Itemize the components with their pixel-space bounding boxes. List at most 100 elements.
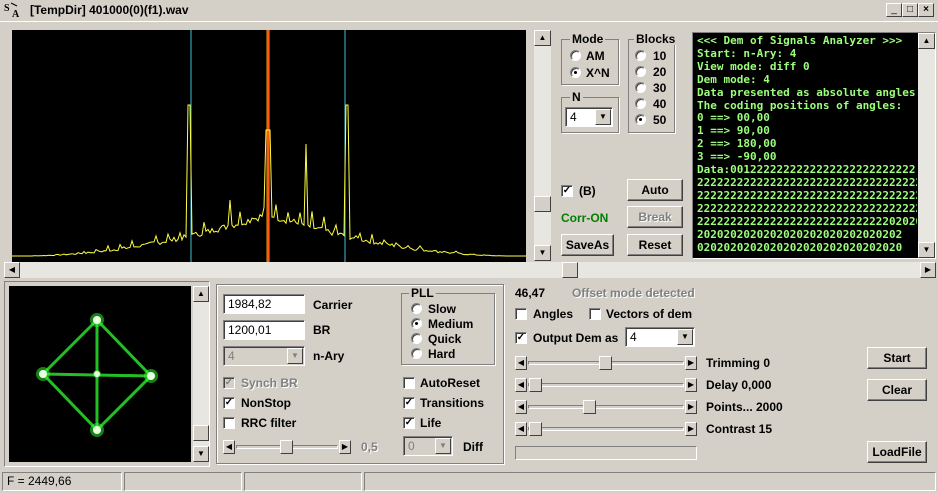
scroll-down-arrow[interactable]: ▼ bbox=[534, 245, 551, 261]
chevron-down-icon[interactable]: ▼ bbox=[677, 329, 693, 345]
constellation-plot bbox=[36, 313, 158, 437]
slider-thumb[interactable] bbox=[529, 378, 542, 392]
angles-checkbox[interactable] bbox=[515, 308, 527, 320]
pll-radio[interactable] bbox=[411, 348, 422, 359]
hscroll-thumb[interactable] bbox=[562, 262, 578, 278]
constellation-display[interactable] bbox=[9, 286, 191, 462]
output-dem-checkbox[interactable]: ✓ bbox=[515, 332, 527, 344]
status-cell-3 bbox=[244, 472, 362, 491]
spectrum-hscroll[interactable]: ◀ ▶ bbox=[4, 262, 936, 278]
mode-legend: Mode bbox=[570, 32, 606, 46]
contrast-slider[interactable]: ◀ ▶ bbox=[515, 422, 697, 436]
reset-button[interactable]: Reset bbox=[627, 234, 683, 256]
slider-thumb[interactable] bbox=[280, 440, 293, 454]
delay-slider[interactable]: ◀ ▶ bbox=[515, 378, 697, 392]
pll-option-label: Medium bbox=[428, 317, 474, 331]
constel-scroll-up[interactable]: ▲ bbox=[193, 286, 209, 302]
pll-radio[interactable] bbox=[411, 318, 422, 329]
svg-text:A: A bbox=[12, 9, 20, 19]
status-frequency: F = 2449,66 bbox=[2, 472, 122, 491]
blocks-option-label: 20 bbox=[653, 65, 667, 79]
loadfile-button[interactable]: LoadFile bbox=[867, 441, 927, 463]
carrier-input[interactable]: 1984,82 bbox=[223, 294, 305, 314]
trimming-label: Trimming 0 bbox=[706, 356, 771, 370]
console-text: <<< Dem of Signals Analyzer >>> Start: n… bbox=[693, 33, 917, 258]
slider-right-arrow[interactable]: ▶ bbox=[685, 378, 697, 392]
maximize-button[interactable]: □ bbox=[902, 3, 918, 17]
saveas-button[interactable]: SaveAs bbox=[561, 234, 614, 256]
console-scroll-down[interactable]: ▼ bbox=[918, 242, 935, 258]
br-label: BR bbox=[313, 323, 331, 337]
slider-left-arrow[interactable]: ◀ bbox=[223, 440, 235, 454]
slider-left-arrow[interactable]: ◀ bbox=[515, 356, 527, 370]
scroll-up-arrow[interactable]: ▲ bbox=[534, 30, 551, 46]
n-select[interactable]: 4 ▼ bbox=[565, 107, 613, 127]
chevron-down-icon[interactable]: ▼ bbox=[595, 109, 611, 125]
constel-scroll-down[interactable]: ▼ bbox=[193, 446, 209, 462]
mode-am-radio[interactable] bbox=[570, 50, 581, 61]
constellation-vscroll[interactable]: ▲ ▼ bbox=[193, 286, 209, 462]
break-button[interactable]: Break bbox=[627, 206, 683, 228]
window-title: [TempDir] 401000(0)(f1).wav bbox=[30, 3, 189, 17]
pll-radio[interactable] bbox=[411, 333, 422, 344]
chevron-down-icon[interactable]: ▼ bbox=[435, 438, 451, 454]
autoreset-checkbox[interactable] bbox=[403, 377, 415, 389]
slider-right-arrow[interactable]: ▶ bbox=[685, 422, 697, 436]
scroll-right-arrow[interactable]: ▶ bbox=[920, 262, 936, 278]
n-legend: N bbox=[570, 90, 583, 104]
auto-button[interactable]: Auto bbox=[627, 179, 683, 201]
points-label: Points... 2000 bbox=[706, 400, 783, 414]
console-scroll-up[interactable]: ▲ bbox=[918, 33, 935, 49]
delay-label: Delay 0,000 bbox=[706, 378, 772, 392]
pll-radio[interactable] bbox=[411, 303, 422, 314]
slider-right-arrow[interactable]: ▶ bbox=[685, 400, 697, 414]
life-checkbox[interactable]: ✓ bbox=[403, 417, 415, 429]
mode-xn-radio[interactable] bbox=[570, 67, 581, 78]
angles-label: Angles bbox=[533, 307, 574, 321]
progress-bar bbox=[515, 446, 697, 460]
slider-thumb[interactable] bbox=[583, 400, 596, 414]
blocks-radio[interactable] bbox=[635, 50, 646, 61]
console-vscroll[interactable]: ▲ ▼ bbox=[918, 33, 935, 258]
transitions-checkbox[interactable]: ✓ bbox=[403, 397, 415, 409]
slider-right-arrow[interactable]: ▶ bbox=[685, 356, 697, 370]
slider-track bbox=[528, 405, 684, 409]
nary-label: n-Ary bbox=[313, 349, 345, 363]
blocks-radio[interactable] bbox=[635, 114, 646, 125]
title-bar: SA [TempDir] 401000(0)(f1).wav _ □ × bbox=[0, 0, 938, 22]
scroll-thumb[interactable] bbox=[534, 196, 551, 212]
start-button[interactable]: Start bbox=[867, 347, 927, 369]
mode-am-label: AM bbox=[586, 49, 605, 63]
minimize-button[interactable]: _ bbox=[886, 3, 902, 17]
slider-thumb[interactable] bbox=[599, 356, 612, 370]
points-slider[interactable]: ◀ ▶ bbox=[515, 400, 697, 414]
constel-scroll-thumb[interactable] bbox=[193, 425, 209, 441]
close-button[interactable]: × bbox=[918, 3, 934, 17]
output-dem-select[interactable]: 4 ▼ bbox=[625, 327, 695, 347]
blocks-radio[interactable] bbox=[635, 82, 646, 93]
corr-status: Corr-ON bbox=[561, 211, 609, 225]
vectors-checkbox[interactable] bbox=[589, 308, 601, 320]
blocks-option-label: 50 bbox=[653, 113, 667, 127]
slider-right-arrow[interactable]: ▶ bbox=[339, 440, 351, 454]
spectrum-display[interactable] bbox=[12, 30, 526, 262]
blocks-radio[interactable] bbox=[635, 66, 646, 77]
rolloff-slider[interactable]: ◀ ▶ bbox=[223, 440, 351, 454]
rrc-checkbox[interactable] bbox=[223, 417, 235, 429]
synch-br-checkbox[interactable]: ✓ bbox=[223, 377, 235, 389]
slider-left-arrow[interactable]: ◀ bbox=[515, 400, 527, 414]
b-checkbox[interactable]: ✓ bbox=[561, 185, 573, 197]
nonstop-checkbox[interactable]: ✓ bbox=[223, 397, 235, 409]
clear-button[interactable]: Clear bbox=[867, 379, 927, 401]
blocks-radio[interactable] bbox=[635, 98, 646, 109]
trimming-slider[interactable]: ◀ ▶ bbox=[515, 356, 697, 370]
chevron-down-icon[interactable]: ▼ bbox=[287, 348, 303, 364]
slider-left-arrow[interactable]: ◀ bbox=[515, 422, 527, 436]
nary-select[interactable]: 4 ▼ bbox=[223, 346, 305, 366]
diff-select[interactable]: 0 ▼ bbox=[403, 436, 453, 456]
spectrum-vscroll[interactable]: ▲ ▼ bbox=[534, 30, 551, 261]
slider-left-arrow[interactable]: ◀ bbox=[515, 378, 527, 392]
scroll-left-arrow[interactable]: ◀ bbox=[4, 262, 20, 278]
slider-thumb[interactable] bbox=[529, 422, 542, 436]
br-input[interactable]: 1200,01 bbox=[223, 320, 305, 340]
